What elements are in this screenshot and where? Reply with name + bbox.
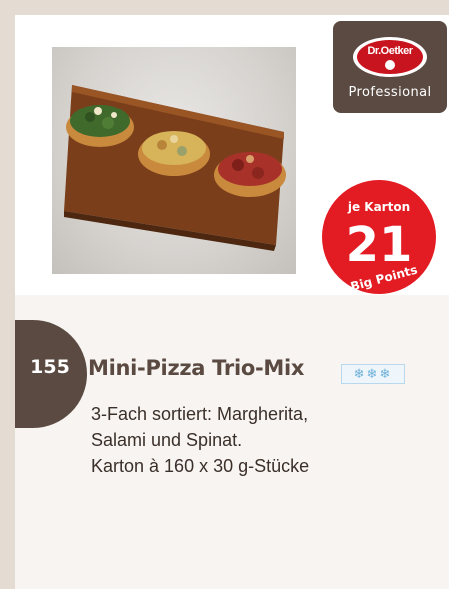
product-card: Dr.Oetker Professional je Karton 21 Big … bbox=[15, 15, 449, 589]
logo-subtitle: Professional bbox=[348, 85, 432, 100]
pizza-board-illustration bbox=[64, 85, 286, 251]
product-photo bbox=[52, 47, 296, 274]
big-points-badge: je Karton 21 Big Points bbox=[313, 171, 445, 303]
product-number: 155 bbox=[30, 356, 70, 378]
badge-circle: je Karton 21 Big Points bbox=[322, 180, 436, 294]
dr-oetker-logo: Dr.Oetker Professional bbox=[333, 21, 447, 113]
snowflake-icon: ❄❄❄ bbox=[341, 364, 405, 384]
description-line: Salami und Spinat. bbox=[91, 430, 243, 450]
description-line: Karton à 160 x 30 g-Stücke bbox=[91, 456, 310, 476]
badge-top-text: je Karton bbox=[347, 200, 410, 214]
product-description: 3-Fach sortiert: Margherita, Salami und … bbox=[91, 401, 309, 479]
logo-oval-inner: Dr.Oetker bbox=[357, 40, 423, 74]
logo-text: Dr.Oetker bbox=[367, 45, 413, 57]
logo-face-icon bbox=[385, 60, 395, 70]
description-line: 3-Fach sortiert: Margherita, bbox=[91, 404, 309, 424]
product-title: Mini-Pizza Trio-Mix bbox=[88, 356, 305, 380]
logo-oval: Dr.Oetker bbox=[353, 37, 427, 77]
badge-number: 21 bbox=[346, 217, 413, 273]
